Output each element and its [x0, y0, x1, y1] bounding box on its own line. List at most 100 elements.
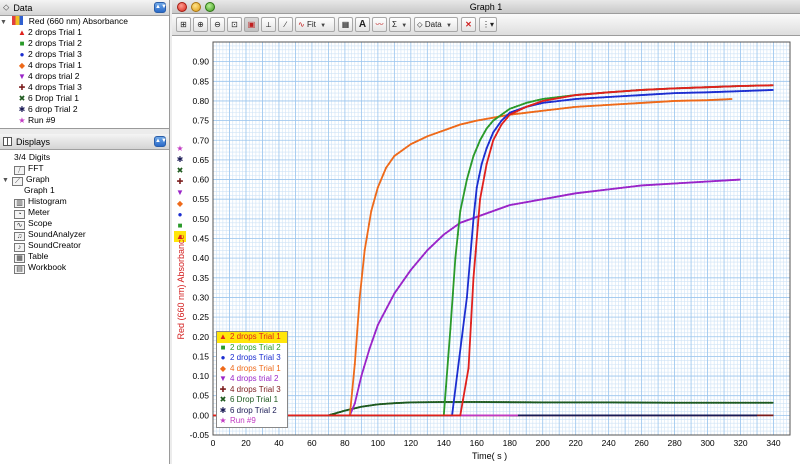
series-data-point	[589, 190, 592, 193]
legend-entry[interactable]: ▼ 4 drops trial 2	[217, 374, 287, 385]
series-data-point	[505, 116, 508, 119]
smooth-curve-button[interactable]: 〰	[372, 17, 387, 32]
series-data-point	[470, 400, 473, 403]
series-data-point	[681, 87, 684, 90]
run-item[interactable]: ★ Run #9	[0, 115, 169, 126]
display-item-digits[interactable]: 3/4 Digits	[0, 152, 169, 163]
run-item[interactable]: ✖ 6 Drop Trial 1	[0, 93, 169, 104]
run-item[interactable]: ✱ 6 drop Trial 2	[0, 104, 169, 115]
examine-button[interactable]: ⟂	[261, 17, 276, 32]
run-item[interactable]: ▲ 2 drops Trial 1	[0, 27, 169, 38]
side-series-marker[interactable]: ✚	[174, 176, 186, 187]
series-data-point	[732, 401, 735, 404]
series-data-point	[666, 401, 669, 404]
display-item-graph-1[interactable]: Graph 1	[0, 185, 169, 196]
series-data-point	[563, 401, 566, 404]
display-item-soundanalyzer[interactable]: ♫ SoundAnalyzer	[0, 229, 169, 241]
zoom-out-button[interactable]: ⊖	[210, 17, 225, 32]
run-item[interactable]: ■ 2 drops Trial 2	[0, 38, 169, 49]
chevron-down-icon: ▼	[320, 23, 327, 29]
display-item-meter[interactable]: ◔ Meter	[0, 207, 169, 219]
series-data-point	[559, 195, 562, 198]
series-data-point	[496, 208, 499, 211]
curve-fit-dropdown[interactable]: ∿ Fit ▼	[295, 17, 335, 32]
legend-entry[interactable]: ✚ 4 drops Trial 3	[217, 385, 287, 396]
y-tick-label: 0.85	[192, 76, 209, 86]
legend-entry[interactable]: ■ 2 drops Trial 2	[217, 343, 287, 354]
series-data-point	[492, 401, 495, 404]
window-titlebar[interactable]: Graph 1	[172, 0, 800, 14]
display-item-scope[interactable]: ∿ Scope	[0, 218, 169, 230]
series-data-point	[508, 204, 511, 207]
display-item-label: Graph	[26, 174, 50, 184]
series-data-point	[688, 91, 691, 94]
close-window-button[interactable]	[177, 2, 187, 12]
series-data-point	[587, 190, 590, 193]
display-item-soundcreator[interactable]: ♪ SoundCreator	[0, 240, 169, 252]
legend-entry[interactable]: ● 2 drops Trial 3	[217, 353, 287, 364]
tangent-button[interactable]: ∕	[278, 17, 293, 32]
autoscale-button[interactable]: ⊞	[176, 17, 191, 32]
y-tick-label: 0.45	[192, 234, 209, 244]
graph-options-dropdown[interactable]: ⋮▾	[479, 17, 497, 32]
series-data-point	[355, 406, 358, 409]
side-series-marker[interactable]: ✖	[174, 165, 186, 176]
series-data-point	[562, 96, 565, 99]
series-data-point	[749, 84, 752, 87]
legend-entry[interactable]: ▲ 2 drops Trial 1	[217, 332, 287, 343]
data-panel-header[interactable]: ⬦ Data ▲▼	[0, 0, 169, 16]
series-data-point	[622, 95, 625, 98]
display-item-fft[interactable]: ⧸ FFT	[0, 163, 169, 175]
side-series-marker[interactable]: ✱	[174, 154, 186, 165]
display-item-workbook[interactable]: ▤ Workbook	[0, 262, 169, 274]
select-tool-button[interactable]: ▣	[244, 17, 259, 32]
displays-panel-menu-button[interactable]: ▲▼	[154, 136, 167, 147]
series-data-point	[546, 101, 549, 104]
plot-area[interactable]: 0 20 40 60 80 100 120 140 160 180 200 220 240 260 280 3…	[172, 37, 800, 464]
series-data-point	[655, 101, 658, 104]
run-item[interactable]: ◆ 4 drops Trial 1	[0, 60, 169, 71]
run-item[interactable]: ▼ 4 drops trial 2	[0, 71, 169, 82]
side-series-marker[interactable]: ★	[174, 143, 186, 154]
displays-panel-header[interactable]: Displays ▲▼	[0, 134, 169, 150]
series-data-point	[737, 178, 740, 181]
x-axis-title: Time( s )	[472, 451, 508, 461]
legend-entry[interactable]: ★ Run #9	[217, 416, 287, 427]
data-root-row[interactable]: ▼ Red (660 nm) Absorbance	[0, 16, 169, 27]
run-item[interactable]: ✚ 4 drops Trial 3	[0, 82, 169, 93]
series-data-point	[707, 401, 710, 404]
chart-legend[interactable]: ▲ 2 drops Trial 1 ■ 2 drops Trial 2 ● 2 drops…	[216, 331, 288, 428]
series-data-point	[739, 90, 742, 93]
legend-entry[interactable]: ✱ 6 drop Trial 2	[217, 406, 287, 417]
series-data-point	[544, 109, 547, 112]
minimize-window-button[interactable]	[191, 2, 201, 12]
run-item[interactable]: ● 2 drops Trial 3	[0, 49, 169, 60]
series-data-point	[605, 91, 608, 94]
display-item-graph[interactable]: ▼ ⟋ Graph	[0, 174, 169, 186]
series-data-point	[365, 356, 368, 359]
delete-button[interactable]: ✕	[461, 17, 476, 32]
annotation-button[interactable]: A	[355, 17, 370, 32]
legend-entry[interactable]: ✖ 6 Drop Trial 1	[217, 395, 287, 406]
series-data-point	[645, 93, 648, 96]
display-item-histogram[interactable]: ▥ Histogram	[0, 196, 169, 208]
legend-label: 6 drop Trial 2	[230, 405, 277, 415]
series-data-point	[607, 401, 610, 404]
display-item-table[interactable]: ▦ Table	[0, 251, 169, 263]
series-data-point	[569, 98, 572, 101]
series-data-point	[658, 88, 661, 91]
zoom-in-button[interactable]: ⊕	[193, 17, 208, 32]
data-panel-menu-button[interactable]: ▲▼	[154, 2, 167, 13]
series-data-point	[709, 91, 712, 94]
zoom-box-button[interactable]: ⊡	[227, 17, 242, 32]
statistics-dropdown[interactable]: Σ ▼	[389, 17, 411, 32]
series-data-point	[579, 191, 582, 194]
legend-entry[interactable]: ◆ 4 drops Trial 1	[217, 364, 287, 375]
data-source-dropdown[interactable]: ⬦ Data ▼	[414, 17, 458, 32]
series-data-point	[727, 401, 730, 404]
series-data-point	[617, 103, 620, 106]
series-data-point	[500, 119, 503, 122]
series-data-point	[587, 92, 590, 95]
calculator-button[interactable]: ▦	[338, 17, 353, 32]
zoom-window-button[interactable]	[205, 2, 215, 12]
